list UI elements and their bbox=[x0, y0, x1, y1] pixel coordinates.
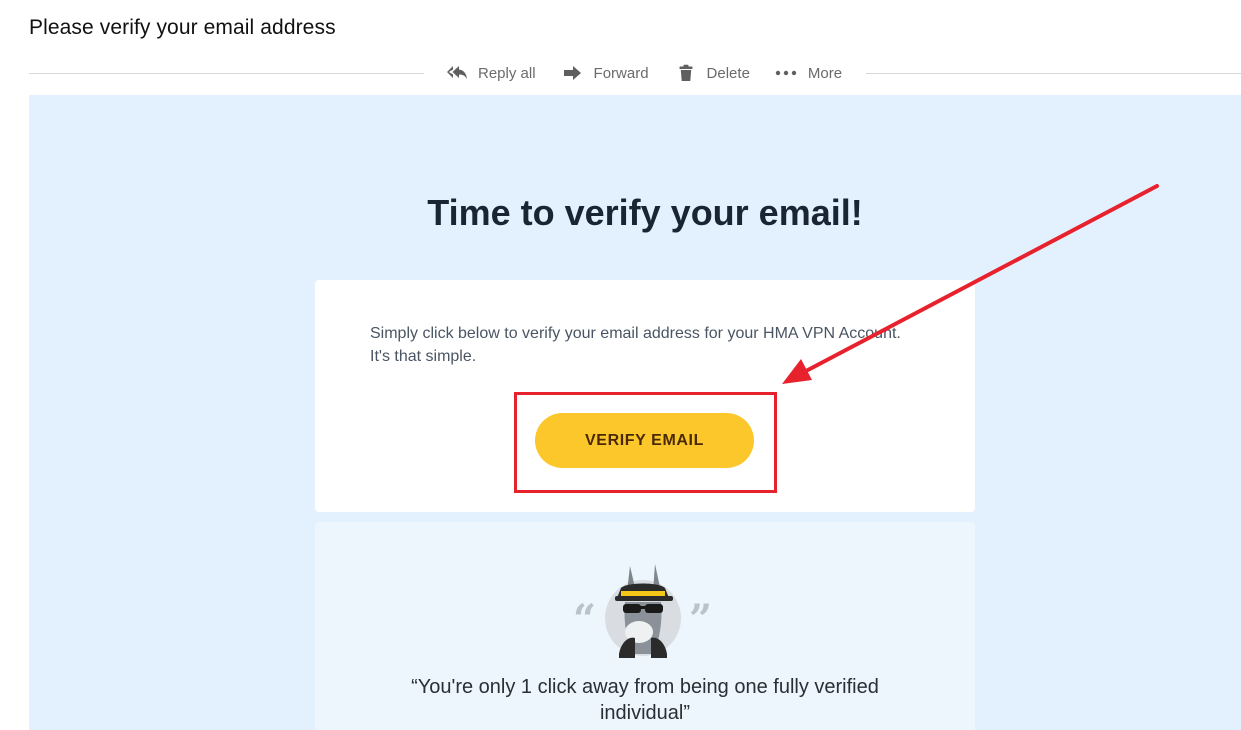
email-headline: Time to verify your email! bbox=[427, 192, 863, 233]
quote-line-1: “You're only 1 click away from being one… bbox=[411, 676, 879, 698]
annotation-highlight-box bbox=[514, 392, 777, 493]
reply-all-button[interactable]: Reply all bbox=[446, 64, 536, 82]
toolbar-divider-right bbox=[866, 73, 1241, 74]
email-view: Please verify your email address Reply a… bbox=[0, 0, 1241, 730]
more-label: More bbox=[807, 64, 843, 82]
forward-button[interactable]: Forward bbox=[562, 64, 649, 82]
reply-all-icon bbox=[446, 64, 468, 82]
instructions-line-1: Simply click below to verify your email … bbox=[370, 325, 901, 342]
forward-label: Forward bbox=[593, 64, 649, 82]
toolbar-divider-left bbox=[29, 73, 424, 74]
donkey-mascot-icon bbox=[605, 564, 681, 658]
message-toolbar: Reply all Forward Delete More bbox=[446, 62, 842, 84]
quote-line-2: individual” bbox=[599, 702, 691, 724]
instructions-line-2: It's that simple. bbox=[370, 348, 477, 365]
more-button[interactable]: More bbox=[774, 64, 842, 82]
trash-icon bbox=[675, 64, 697, 82]
email-subject: Please verify your email address bbox=[29, 16, 336, 39]
reply-all-label: Reply all bbox=[478, 64, 536, 82]
open-quote-mark: “ bbox=[573, 596, 597, 643]
mascot-quote: “You're only 1 click away from being one… bbox=[315, 674, 975, 726]
delete-label: Delete bbox=[706, 64, 750, 82]
close-quote-mark: ” bbox=[689, 596, 713, 643]
forward-arrow-icon bbox=[562, 64, 584, 82]
quote-card: “ ” “You're only 1 click away from being… bbox=[315, 522, 975, 730]
ellipsis-icon bbox=[774, 64, 798, 82]
verify-instructions: Simply click below to verify your email … bbox=[370, 322, 930, 368]
delete-button[interactable]: Delete bbox=[675, 64, 750, 82]
